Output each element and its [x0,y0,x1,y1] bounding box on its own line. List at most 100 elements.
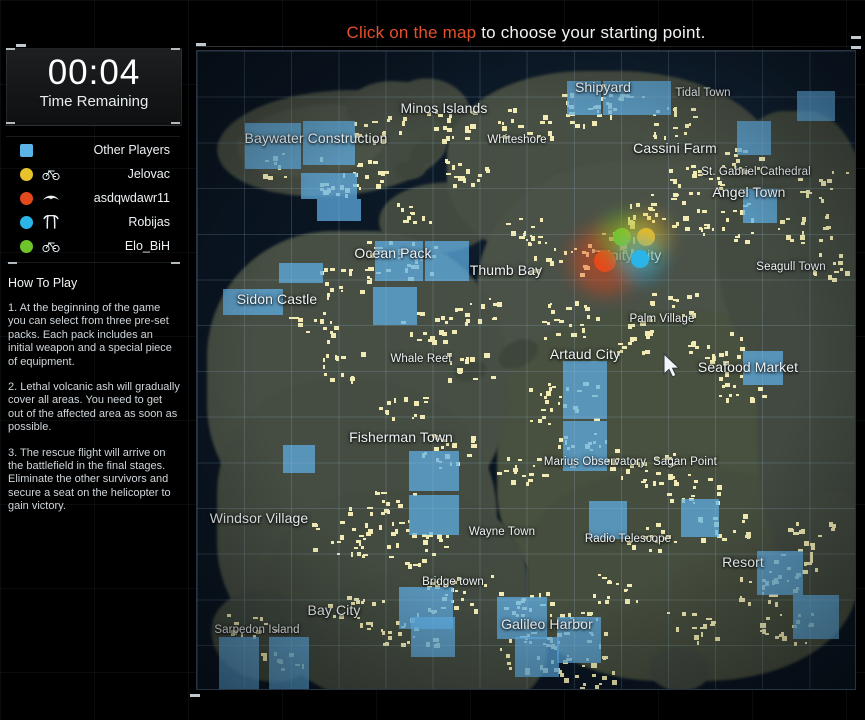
map-building-marker [591,662,597,668]
map-building-marker [443,340,449,345]
map-building-marker [504,469,510,473]
map-building-marker [716,176,720,180]
map-building-marker [688,350,693,355]
map-building-marker [323,357,326,362]
map-building-marker [552,386,557,389]
map-highlight-zone [303,121,355,165]
map-building-marker [559,395,563,399]
map-building-marker [395,543,400,549]
player-legend: Other Players Jelovac asdqwdawr11 Robijas El… [6,138,180,258]
map-building-marker [668,296,673,301]
map-building-marker [351,527,356,532]
map-building-marker [445,172,451,176]
map-building-marker [599,683,603,686]
map-building-marker [326,295,330,300]
map-building-marker [398,522,405,525]
map-building-marker [580,686,585,689]
map-building-marker [700,632,703,637]
map-building-marker [649,300,656,305]
map-building-marker [334,355,338,359]
map-highlight-zone [223,289,283,315]
map-building-marker [368,266,374,271]
map-building-marker [384,170,389,175]
map-highlight-zone [757,551,803,595]
map-building-marker [541,409,547,412]
map-building-marker [547,321,551,325]
map-building-marker [708,177,713,181]
map-building-marker [508,638,513,644]
map-building-marker [470,302,473,305]
player-marker-robijas[interactable] [631,250,649,268]
map-building-marker [739,577,743,582]
map-building-marker [631,336,637,342]
map-building-marker [714,637,721,642]
map-building-marker [549,408,553,413]
bicycle-icon [42,167,60,181]
map-building-marker [625,588,629,592]
map-building-marker [655,540,659,543]
map-building-marker [688,123,692,127]
map-building-marker [459,358,464,361]
map-building-marker [653,481,657,486]
map-building-marker [695,292,700,298]
map-building-marker [563,251,568,256]
map-building-marker [830,236,834,241]
map-building-marker [397,203,400,207]
map-building-marker [338,615,344,620]
map-highlight-zone [411,617,455,657]
map-building-marker [383,130,386,136]
map-building-marker [373,160,378,165]
map-building-marker [677,183,682,188]
game-map[interactable]: Baywater Construction Minos Islands Whites… [196,50,856,690]
map-building-marker [380,628,383,633]
map-building-marker [558,444,561,450]
map-building-marker [673,480,677,486]
map-building-marker [256,629,261,634]
map-building-marker [465,357,469,360]
header-instruction: Click on the map to choose your starting… [190,18,862,48]
map-building-marker [826,213,830,218]
map-highlight-zone [375,241,423,281]
map-building-marker [435,580,439,584]
map-building-marker [431,553,436,556]
map-building-marker [685,167,690,171]
map-building-marker [422,539,428,545]
map-building-marker [645,469,649,472]
map-building-marker [651,202,657,207]
map-highlight-zone [279,263,323,283]
map-building-marker [615,582,620,586]
map-building-marker [695,346,700,349]
map-building-marker [703,623,708,629]
how-to-play-items: 1. At the beginning of the game you can … [8,302,180,514]
edge-tick-top-right-2 [851,46,861,49]
map-building-marker [386,509,390,514]
map-building-marker [381,600,385,604]
map-building-marker [671,224,678,228]
map-building-marker [810,556,813,562]
map-building-marker [668,457,672,460]
map-building-marker [424,401,428,404]
map-building-marker [367,506,373,510]
map-building-marker [532,465,536,468]
map-building-marker [693,485,696,489]
map-building-marker [442,331,447,337]
map-building-marker [452,580,458,584]
map-building-marker [478,319,482,324]
map-building-marker [530,236,535,241]
map-building-marker [574,123,580,128]
map-building-marker [440,446,444,450]
map-building-marker [579,324,585,327]
map-building-marker [698,170,703,174]
map-building-marker [438,113,444,118]
map-building-marker [619,349,623,354]
map-building-marker [601,676,608,680]
map-building-marker [785,217,791,221]
map-building-marker [813,270,817,275]
map-highlight-zone [269,637,309,689]
map-building-marker [508,667,513,670]
legend-player-name: Other Players [93,143,170,157]
map-highlight-zone [563,361,607,419]
map-building-marker [447,353,452,357]
map-building-marker [370,622,373,628]
map-building-marker [767,599,772,604]
